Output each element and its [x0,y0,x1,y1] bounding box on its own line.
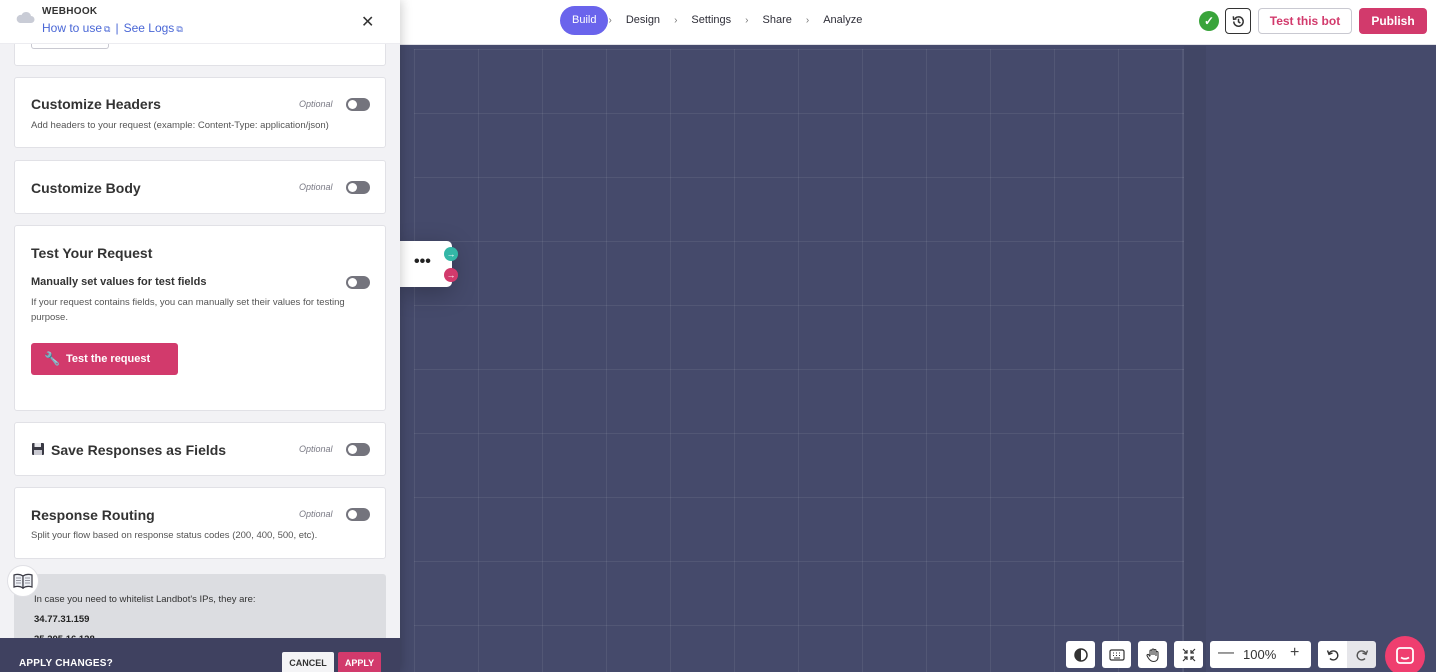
test-request-button[interactable]: 🔧 Test the request [31,343,178,375]
cancel-button[interactable]: CANCEL [282,652,334,672]
step-navigation: Build › Design › Settings › Share › Anal… [560,6,876,35]
close-icon[interactable]: ✕ [361,12,374,32]
save-responses-title: Save Responses as Fields [51,442,227,458]
checkmark-icon: ✓ [1199,11,1219,31]
step-build[interactable]: Build [560,6,609,35]
test-request-button-label: Test the request [66,353,151,365]
undo-icon [1326,649,1338,661]
support-chat-button[interactable] [1385,636,1425,672]
node-failure-output-icon[interactable]: → [444,268,458,282]
apply-changes-bar: APPLY CHANGES? CANCEL APPLY [0,638,400,672]
customize-headers-description: Add headers to your request (example: Co… [31,120,329,131]
step-design[interactable]: Design [612,6,674,35]
history-button[interactable] [1225,8,1251,34]
whitelist-intro: In case you need to whitelist Landbot's … [34,594,256,605]
contrast-button[interactable] [1066,641,1095,668]
panel-title: WEBHOOK [42,6,98,17]
step-analyze[interactable]: Analyze [809,6,876,35]
test-this-bot-button[interactable]: Test this bot [1258,8,1352,34]
manual-values-description: If your request contains fields, you can… [31,297,345,323]
save-responses-toggle[interactable] [346,443,370,456]
see-logs-link[interactable]: See Logs ⧉ [124,21,183,35]
ip-address: 34.77.31.159 [34,614,90,625]
how-to-use-label: How to use [42,21,103,35]
save-responses-card: Save Responses as Fields Optional [14,422,386,476]
cloud-icon [16,11,35,23]
redo-button[interactable] [1347,641,1376,668]
redo-icon [1356,649,1368,661]
optional-label: Optional [299,444,333,454]
response-routing-toggle[interactable] [346,508,370,521]
zoom-out-button[interactable]: — [1218,644,1234,662]
webhook-settings-panel: Customize Headers Optional Add headers t… [0,0,400,672]
floppy-disk-icon [32,443,44,455]
response-routing-description: Split your flow based on response status… [31,530,318,541]
publish-button[interactable]: Publish [1359,8,1427,34]
wrench-icon: 🔧 [44,351,61,366]
customize-headers-title: Customize Headers [31,96,161,112]
flow-canvas[interactable] [400,46,1436,672]
contrast-icon [1073,647,1088,662]
customize-headers-toggle[interactable] [346,98,370,111]
how-to-use-link[interactable]: How to use ⧉ [42,21,110,35]
book-icon [7,565,39,597]
see-logs-label: See Logs [123,21,175,35]
customize-body-card: Customize Body Optional [14,160,386,214]
optional-label: Optional [299,182,333,192]
zoom-level: 100% [1243,647,1277,662]
hand-icon [1145,647,1159,662]
node-success-output-icon[interactable]: → [444,247,458,261]
fit-screen-icon [1182,648,1195,661]
response-routing-title: Response Routing [31,507,155,523]
external-link-icon: ⧉ [104,24,111,34]
chat-icon [1396,647,1414,664]
manual-values-label: Manually set values for test fields [31,276,207,288]
link-separator: | [115,21,119,35]
node-menu-icon[interactable]: ••• [414,253,431,271]
customize-headers-card: Customize Headers Optional Add headers t… [14,77,386,148]
customize-body-toggle[interactable] [346,181,370,194]
zoom-in-button[interactable]: + [1290,644,1299,662]
optional-label: Optional [299,509,333,519]
zoom-control: — 100% + [1210,641,1311,668]
keyboard-shortcuts-button[interactable] [1102,641,1131,668]
test-request-card: Test Your Request Manually set values fo… [14,225,386,411]
keyboard-icon [1108,648,1125,661]
response-routing-card: Response Routing Optional Split your flo… [14,487,386,559]
apply-changes-label: APPLY CHANGES? [19,658,113,669]
pan-tool-button[interactable] [1138,641,1167,668]
test-request-title: Test Your Request [31,245,153,261]
customize-body-title: Customize Body [31,180,141,196]
panel-links: How to use ⧉ | See Logs ⧉ [42,21,183,35]
canvas-shadow [1184,46,1206,672]
optional-label: Optional [299,99,333,109]
step-share[interactable]: Share [749,6,806,35]
canvas-grid [414,49,1184,672]
undo-button[interactable] [1318,641,1347,668]
webhook-node[interactable]: ••• [400,241,452,287]
step-settings[interactable]: Settings [677,6,745,35]
fit-to-screen-button[interactable] [1174,641,1203,668]
apply-button[interactable]: APPLY [338,652,381,672]
manual-values-toggle[interactable] [346,276,370,289]
external-link-icon: ⧉ [176,24,183,34]
history-icon [1232,15,1244,27]
panel-header: WEBHOOK How to use ⧉ | See Logs ⧉ ✕ [0,0,400,44]
